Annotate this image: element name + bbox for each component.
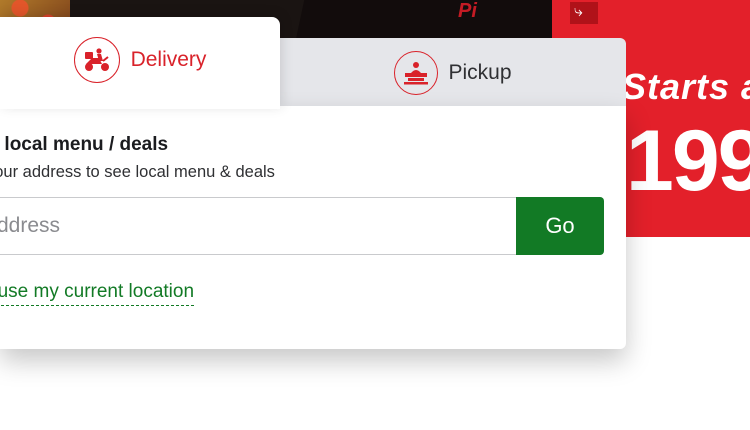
- go-button[interactable]: Go: [516, 197, 604, 255]
- panel-subtext: your address to see local menu & deals: [0, 163, 275, 181]
- promo-headline: Starts a: [622, 66, 750, 107]
- tab-pickup-label: Pickup: [448, 61, 512, 84]
- use-current-location-link[interactable]: r use my current location: [0, 281, 195, 306]
- pickup-counter-icon: [394, 51, 439, 95]
- address-input[interactable]: [0, 197, 516, 255]
- scooter-icon: [73, 37, 120, 83]
- pizza-box-logo: Pi: [458, 0, 477, 22]
- tab-pickup[interactable]: Pickup: [280, 38, 626, 108]
- promo-arrow-icon: ⤷: [574, 3, 583, 20]
- promo-price: 199: [626, 113, 750, 209]
- tab-delivery-label: Delivery: [130, 48, 207, 71]
- delivery-panel: ck local menu / deals your address to se…: [0, 106, 626, 349]
- panel-heading: ck local menu / deals: [0, 134, 169, 155]
- tab-delivery[interactable]: Delivery: [0, 17, 280, 109]
- pizza-box-image: [293, 0, 567, 40]
